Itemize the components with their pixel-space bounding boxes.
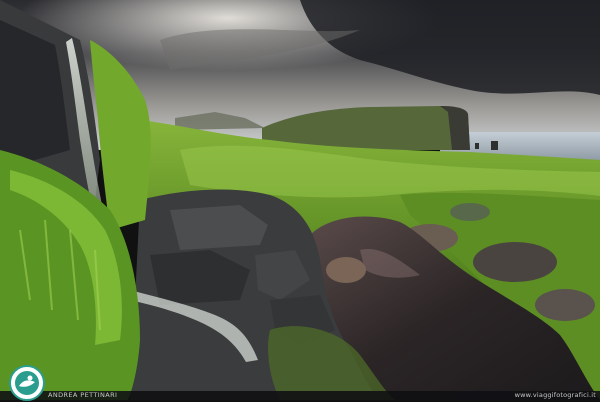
landscape-photo (0, 0, 600, 400)
sea-stack-small (475, 143, 479, 149)
bank-rock-2 (535, 289, 595, 321)
bank-rock-1 (473, 242, 557, 282)
photographer-logo-icon (8, 364, 46, 402)
website-link[interactable]: www.viaggifotografici.it (515, 391, 596, 400)
pool-rock (326, 257, 366, 283)
sea-stack (491, 141, 498, 150)
photographer-credit: ANDREA PETTINARI (48, 391, 123, 400)
credit-name: ANDREA PETTINARI (48, 391, 117, 399)
bank-rock-4 (450, 203, 490, 221)
landscape-scene (0, 0, 600, 400)
